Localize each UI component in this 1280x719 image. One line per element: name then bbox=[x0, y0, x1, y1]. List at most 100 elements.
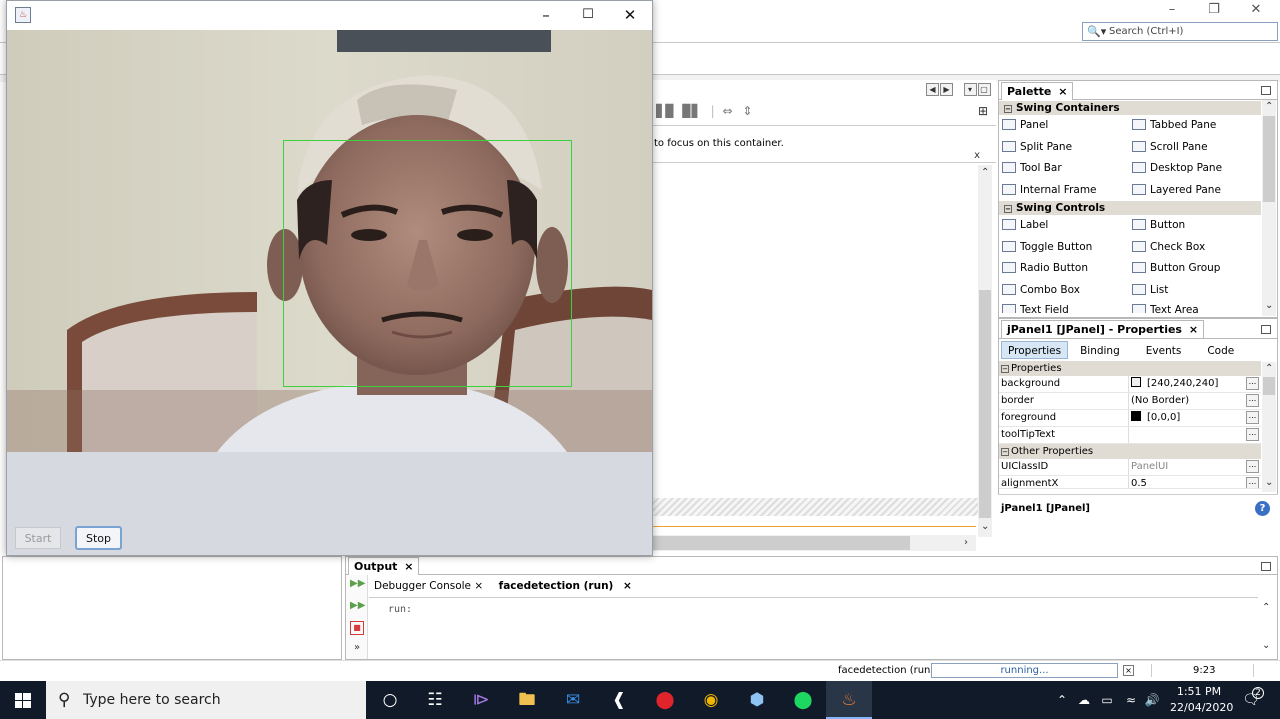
resize-horizontal-icon[interactable]: ⇔ bbox=[722, 104, 732, 118]
output-close-icon[interactable]: × bbox=[404, 560, 413, 573]
ide-close-button[interactable]: ✕ bbox=[1236, 0, 1276, 20]
scroll-up-icon[interactable]: ⌃ bbox=[1265, 363, 1273, 374]
close-button[interactable]: ✕ bbox=[615, 5, 645, 25]
palette-item-layered-pane[interactable]: Layered Pane bbox=[1129, 180, 1259, 202]
ide-minimize-button[interactable]: – bbox=[1152, 0, 1192, 20]
taskbar-clock[interactable]: 1:51 PM 22/04/2020 bbox=[1170, 684, 1233, 716]
output-console-text[interactable]: run: bbox=[388, 604, 412, 615]
palette-item-list[interactable]: List bbox=[1129, 280, 1259, 302]
unity-icon[interactable]: ❰ bbox=[596, 681, 642, 719]
tab-properties[interactable]: Properties bbox=[1001, 341, 1069, 359]
cortana-icon[interactable]: ○ bbox=[367, 681, 413, 719]
tab-code[interactable]: Code bbox=[1201, 342, 1240, 360]
palette-category-swing-containers[interactable]: − Swing Containers bbox=[999, 101, 1261, 115]
rerun-different-icon[interactable]: ▶▶ bbox=[350, 599, 365, 613]
scroll-down-icon[interactable]: ⌄ bbox=[1262, 640, 1270, 651]
editor-vertical-scroll-thumb[interactable] bbox=[979, 290, 991, 518]
palette-item-button[interactable]: Button bbox=[1129, 215, 1259, 237]
palette-item-toggle-button[interactable]: Toggle Button bbox=[999, 237, 1129, 259]
collapse-icon[interactable]: − bbox=[1004, 205, 1012, 213]
property-editor-button[interactable]: ... bbox=[1246, 428, 1259, 441]
collapse-icon[interactable]: − bbox=[1004, 105, 1012, 113]
palette-item-check-box[interactable]: Check Box bbox=[1129, 237, 1259, 259]
status-progress-bar[interactable]: running... bbox=[931, 663, 1118, 678]
tab-facedetection-run[interactable]: facedetection (run) × bbox=[492, 575, 638, 597]
align-bottom-icon[interactable]: ▋▉ bbox=[656, 104, 674, 118]
palette-item-tool-bar[interactable]: Tool Bar bbox=[999, 158, 1129, 180]
palette-item-panel[interactable]: Panel bbox=[999, 115, 1129, 137]
maximize-button[interactable]: ☐ bbox=[573, 5, 603, 25]
property-row-uiclassid[interactable]: UIClassID PanelUI... bbox=[999, 459, 1261, 476]
palette-tab[interactable]: Palette × bbox=[1001, 82, 1074, 100]
palette-item-radio-button[interactable]: Radio Button bbox=[999, 258, 1129, 280]
palette-item-combo-box[interactable]: Combo Box bbox=[999, 280, 1129, 302]
align-center-icon[interactable]: ▉▋ bbox=[682, 104, 700, 118]
palette-item-text-area[interactable]: Text Area bbox=[1129, 301, 1259, 313]
scroll-down-icon[interactable]: ⌄ bbox=[1265, 477, 1273, 488]
palette-item-scroll-pane[interactable]: Scroll Pane bbox=[1129, 137, 1259, 159]
editor-horizontal-scroll-thumb[interactable] bbox=[650, 536, 910, 550]
camera-window-titlebar[interactable]: ♨ – ☐ ✕ bbox=[7, 1, 652, 30]
stop-icon[interactable]: ■ bbox=[350, 621, 364, 635]
start-button-windows[interactable] bbox=[0, 681, 46, 719]
opera-icon[interactable]: ⬤ bbox=[642, 681, 688, 719]
expand-icon[interactable]: ⊞ bbox=[978, 104, 988, 118]
property-editor-button[interactable]: ... bbox=[1246, 460, 1259, 473]
property-row-foreground[interactable]: foreground [0,0,0]... bbox=[999, 410, 1261, 427]
resize-vertical-icon[interactable]: ⇕ bbox=[742, 104, 752, 118]
palette-close-icon[interactable]: × bbox=[1058, 85, 1067, 98]
properties-tab[interactable]: jPanel1 [JPanel] - Properties × bbox=[1001, 320, 1205, 338]
scroll-right-icon[interactable]: ▶ bbox=[940, 83, 953, 96]
mail-icon[interactable]: ✉ bbox=[550, 681, 596, 719]
property-editor-button[interactable]: ... bbox=[1246, 377, 1259, 390]
document-list-icon[interactable]: ▾ bbox=[963, 83, 977, 96]
properties-scroll-thumb[interactable] bbox=[1263, 377, 1275, 395]
palette-item-desktop-pane[interactable]: Desktop Pane bbox=[1129, 158, 1259, 180]
palette-item-tabbed-pane[interactable]: Tabbed Pane bbox=[1129, 115, 1259, 137]
palette-item-button-group[interactable]: Button Group bbox=[1129, 258, 1259, 280]
tab-debugger-console[interactable]: Debugger Console × bbox=[368, 575, 489, 597]
stop-button[interactable]: Stop bbox=[75, 526, 122, 550]
property-editor-button[interactable]: ... bbox=[1246, 394, 1259, 407]
scroll-up-icon[interactable]: ⌃ bbox=[981, 167, 989, 178]
scroll-up-icon[interactable]: ⌃ bbox=[1262, 602, 1270, 613]
cancel-task-icon[interactable]: × bbox=[1123, 665, 1134, 676]
onedrive-icon[interactable]: ☁ bbox=[1074, 681, 1094, 719]
taskbar-search-box[interactable]: ⚲ Type here to search bbox=[46, 681, 366, 719]
palette-item-internal-frame[interactable]: Internal Frame bbox=[999, 180, 1129, 202]
tab-binding[interactable]: Binding bbox=[1074, 342, 1126, 360]
property-editor-button[interactable]: ... bbox=[1246, 411, 1259, 424]
property-row-background[interactable]: background [240,240,240]... bbox=[999, 376, 1261, 393]
rerun-icon[interactable]: ▶▶ bbox=[350, 577, 365, 591]
property-editor-button[interactable]: ... bbox=[1246, 477, 1259, 488]
palette-scroll-thumb[interactable] bbox=[1263, 116, 1275, 202]
spotify-icon[interactable]: ⬤ bbox=[780, 681, 826, 719]
ide-search-input[interactable]: 🔍▾ Search (Ctrl+I) bbox=[1082, 22, 1278, 41]
property-row-alignmentx[interactable]: alignmentX 0.5... bbox=[999, 476, 1261, 489]
start-button[interactable]: Start bbox=[15, 527, 61, 549]
ide-restore-button[interactable]: ❐ bbox=[1194, 0, 1234, 20]
tab-events[interactable]: Events bbox=[1140, 342, 1188, 360]
java-app-taskbar-icon[interactable]: ♨ bbox=[826, 681, 872, 719]
battery-icon[interactable]: ▭ bbox=[1098, 681, 1116, 719]
palette-item-label[interactable]: Label bbox=[999, 215, 1129, 237]
show-hidden-icons-icon[interactable]: ⌃ bbox=[1054, 681, 1070, 719]
scroll-left-icon[interactable]: ◀ bbox=[926, 83, 939, 96]
volume-icon[interactable]: 🔊 bbox=[1142, 681, 1162, 719]
visual-studio-icon[interactable]: ⧐ bbox=[458, 681, 504, 719]
minimize-panel-icon[interactable] bbox=[1261, 86, 1271, 95]
scroll-down-icon[interactable]: ⌄ bbox=[981, 521, 989, 532]
palette-category-swing-controls[interactable]: − Swing Controls bbox=[999, 201, 1261, 215]
help-icon[interactable]: ? bbox=[1255, 501, 1270, 516]
minimize-panel-icon[interactable] bbox=[1261, 562, 1271, 571]
properties-group-properties[interactable]: − Properties bbox=[999, 361, 1261, 376]
scroll-right-arrow-icon[interactable]: › bbox=[964, 537, 968, 548]
scroll-down-icon[interactable]: ⌄ bbox=[1265, 300, 1273, 311]
output-tab[interactable]: Output × bbox=[348, 557, 420, 575]
properties-group-other[interactable]: − Other Properties bbox=[999, 444, 1261, 459]
close-icon[interactable]: × bbox=[623, 580, 632, 592]
virtualbox-icon[interactable]: ⬢ bbox=[734, 681, 780, 719]
minimize-panel-icon[interactable] bbox=[1261, 325, 1271, 334]
task-view-icon[interactable]: ☷ bbox=[412, 681, 458, 719]
scroll-up-icon[interactable]: ⌃ bbox=[1265, 101, 1273, 112]
